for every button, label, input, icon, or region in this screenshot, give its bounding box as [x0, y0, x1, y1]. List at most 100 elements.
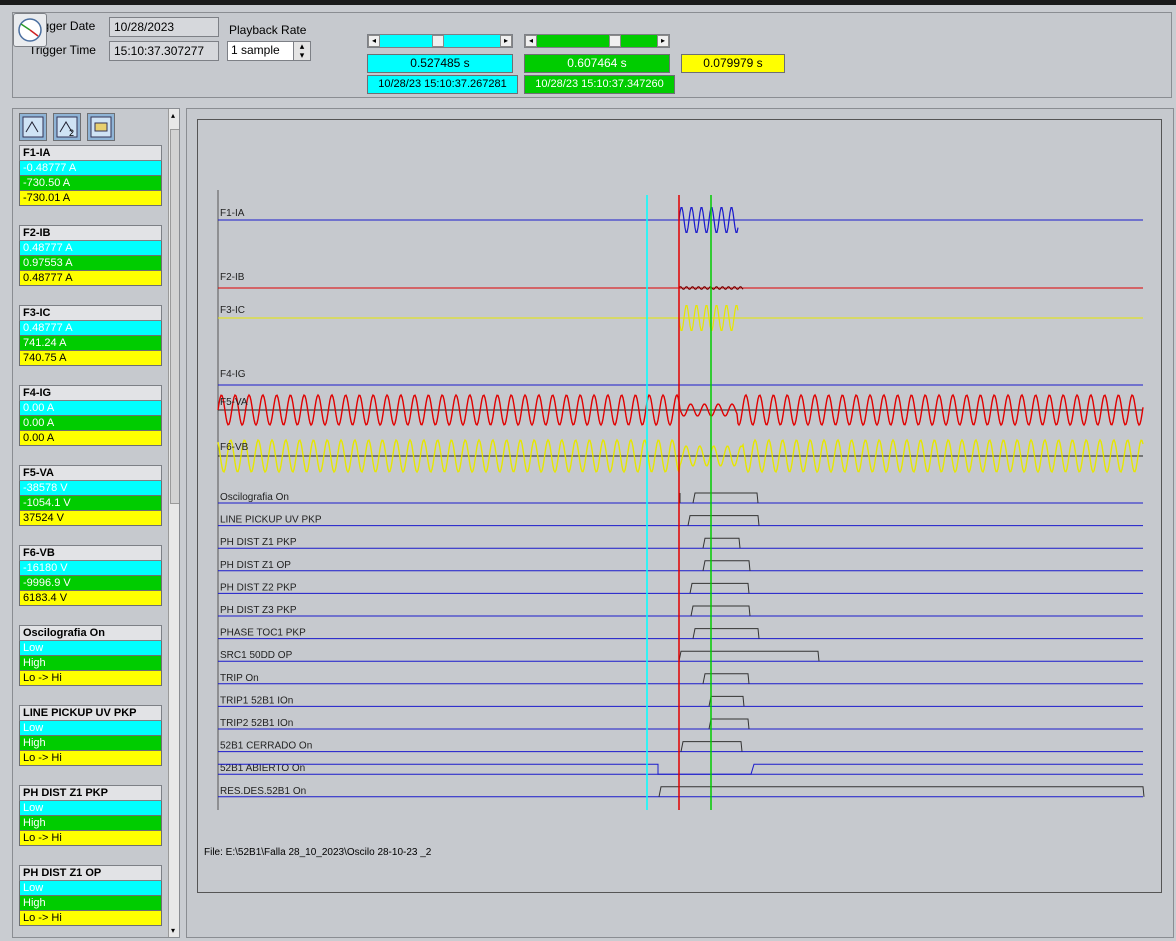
channel-group: PH DIST Z1 PKP Low High Lo -> Hi [19, 785, 162, 846]
channel-name[interactable]: F5-VA [19, 465, 162, 481]
scroll-up-icon[interactable]: ▴ [171, 111, 175, 120]
digital-trace [218, 763, 1143, 775]
scroll-down-icon[interactable]: ▾ [171, 926, 175, 935]
digital-pulse [687, 515, 760, 526]
delta-value: 6183.4 V [19, 591, 162, 606]
digital-pulse [692, 492, 759, 504]
digital-pulse [708, 718, 750, 730]
channel-group: F1-IA -0.48777 A -730.50 A -730.01 A [19, 145, 162, 206]
cursor2-thumb[interactable] [609, 35, 621, 47]
scroll-right-icon[interactable]: ▸ [500, 35, 512, 47]
channel-group: F5-VA -38578 V -1054.1 V 37524 V [19, 465, 162, 526]
channel-name[interactable]: Oscilografia On [19, 625, 162, 641]
channel-group: F6-VB -16180 V -9996.9 V 6183.4 V [19, 545, 162, 606]
cursor2-tool-button[interactable]: 2 [53, 113, 81, 141]
delta-value: 0.48777 A [19, 271, 162, 286]
trace-label-f6-vb: F6-VB [220, 442, 249, 453]
sidebar-vertical-scrollbar[interactable]: ▴ ▾ [168, 109, 179, 937]
delta-value: 0.00 A [19, 431, 162, 446]
cursor1-value: Low [19, 801, 162, 816]
cursor2-icon: 2 [56, 116, 78, 138]
digital-label: PH DIST Z1 PKP [220, 537, 297, 548]
digital-label: TRIP On [220, 673, 259, 684]
cursor2-timestamp: 10/28/23 15:10:37.347260 [524, 75, 675, 94]
sidebar-scroll-thumb[interactable] [170, 129, 179, 504]
cursor1-tool-button[interactable] [19, 113, 47, 141]
cursor2-value: 741.24 A [19, 336, 162, 351]
playback-rate-label: Playback Rate [229, 23, 307, 37]
digital-label: PH DIST Z1 OP [220, 560, 291, 571]
delta-value: Lo -> Hi [19, 831, 162, 846]
digital-label: Oscilografia On [220, 492, 289, 503]
digital-label: 52B1 CERRADO On [220, 741, 312, 752]
cursor1-value: Low [19, 721, 162, 736]
delta-value: Lo -> Hi [19, 671, 162, 686]
cursor1-thumb[interactable] [432, 35, 444, 47]
cursor1-time-value: 0.527485 s [367, 54, 513, 73]
cursor2-value: -730.50 A [19, 176, 162, 191]
window-top-border [0, 0, 1176, 5]
dial-icon [18, 18, 42, 42]
playback-rate-spinner[interactable]: 1 sample ▴ ▾ [227, 41, 311, 61]
delta-value: Lo -> Hi [19, 911, 162, 926]
channel-group: PH DIST Z1 OP Low High Lo -> Hi [19, 865, 162, 926]
waveform-canvas[interactable]: F1-IA F2-IB F3-IC F4-IG F5-VA F6-VB Oscilograf… [198, 120, 1161, 892]
cursor2-value: High [19, 896, 162, 911]
delta-time-value: 0.079979 s [681, 54, 785, 73]
digital-pulse [702, 537, 741, 549]
scroll-left-icon[interactable]: ◂ [525, 35, 537, 47]
digital-pulse [689, 582, 750, 594]
channel-name[interactable]: F1-IA [19, 145, 162, 161]
cursor1-position-scrollbar[interactable]: ◂ ▸ [367, 34, 513, 48]
cursor2-time-value: 0.607464 s [524, 54, 670, 73]
scroll-right-icon[interactable]: ▸ [657, 35, 669, 47]
cursor1-timestamp: 10/28/23 15:10:37.267281 [367, 75, 518, 94]
digital-pulse [692, 628, 760, 639]
cursor2-position-scrollbar[interactable]: ◂ ▸ [524, 34, 670, 48]
trace-label-f3-ic: F3-IC [220, 305, 245, 316]
spinner-arrows-icon[interactable]: ▴ ▾ [293, 42, 310, 60]
channel-name[interactable]: PH DIST Z1 OP [19, 865, 162, 881]
trace-label-f2-ib: F2-IB [220, 272, 245, 283]
cursor1-value: -38578 V [19, 481, 162, 496]
digital-label: LINE PICKUP UV PKP [220, 515, 322, 526]
trace-label-f5-va: F5-VA [220, 397, 248, 408]
waveform-plot-area[interactable]: F1-IA F2-IB F3-IC F4-IG F5-VA F6-VB Oscilograf… [197, 119, 1162, 893]
channel-name[interactable]: F6-VB [19, 545, 162, 561]
channel-name[interactable]: F2-IB [19, 225, 162, 241]
playback-dial-button[interactable] [13, 13, 47, 47]
trace-label-f1-ia: F1-IA [220, 208, 245, 219]
channel-sidebar: 2 F1-IA -0.48777 A -730.50 A -730.01 A F2-IB… [12, 108, 180, 938]
zoom-icon [90, 116, 112, 138]
channel-group: F4-IG 0.00 A 0.00 A 0.00 A [19, 385, 162, 446]
oscillography-panel: F1-IA F2-IB F3-IC F4-IG F5-VA F6-VB Oscilograf… [186, 108, 1174, 938]
cursor2-value: -9996.9 V [19, 576, 162, 591]
cursor1-value: -0.48777 A [19, 161, 162, 176]
channel-group: F2-IB 0.48777 A 0.97553 A 0.48777 A [19, 225, 162, 286]
delta-value: 740.75 A [19, 351, 162, 366]
cursor2-value: 0.00 A [19, 416, 162, 431]
digital-label: TRIP1 52B1 IOn [220, 695, 293, 706]
channel-group: Oscilografia On Low High Lo -> Hi [19, 625, 162, 686]
digital-pulse [690, 605, 751, 617]
cursor2-value: High [19, 736, 162, 751]
cursor2-value: High [19, 816, 162, 831]
digital-pulse [702, 673, 750, 684]
channel-name[interactable]: F4-IG [19, 385, 162, 401]
channel-name[interactable]: LINE PICKUP UV PKP [19, 705, 162, 721]
digital-label: TRIP2 52B1 IOn [220, 718, 293, 729]
channel-group: F3-IC 0.48777 A 741.24 A 740.75 A [19, 305, 162, 366]
cursor1-value: 0.48777 A [19, 241, 162, 256]
delta-value: -730.01 A [19, 191, 162, 206]
digital-pulse [708, 695, 745, 707]
digital-pulse [702, 560, 751, 571]
scroll-left-icon[interactable]: ◂ [368, 35, 380, 47]
cursor1-value: 0.48777 A [19, 321, 162, 336]
playback-rate-value: 1 sample [231, 43, 280, 57]
cursor1-value: Low [19, 881, 162, 896]
channel-name[interactable]: F3-IC [19, 305, 162, 321]
channel-name[interactable]: PH DIST Z1 PKP [19, 785, 162, 801]
zoom-tool-button[interactable] [87, 113, 115, 141]
digital-label: PHASE TOC1 PKP [220, 628, 306, 639]
trigger-date-field: 10/28/2023 [109, 17, 219, 37]
